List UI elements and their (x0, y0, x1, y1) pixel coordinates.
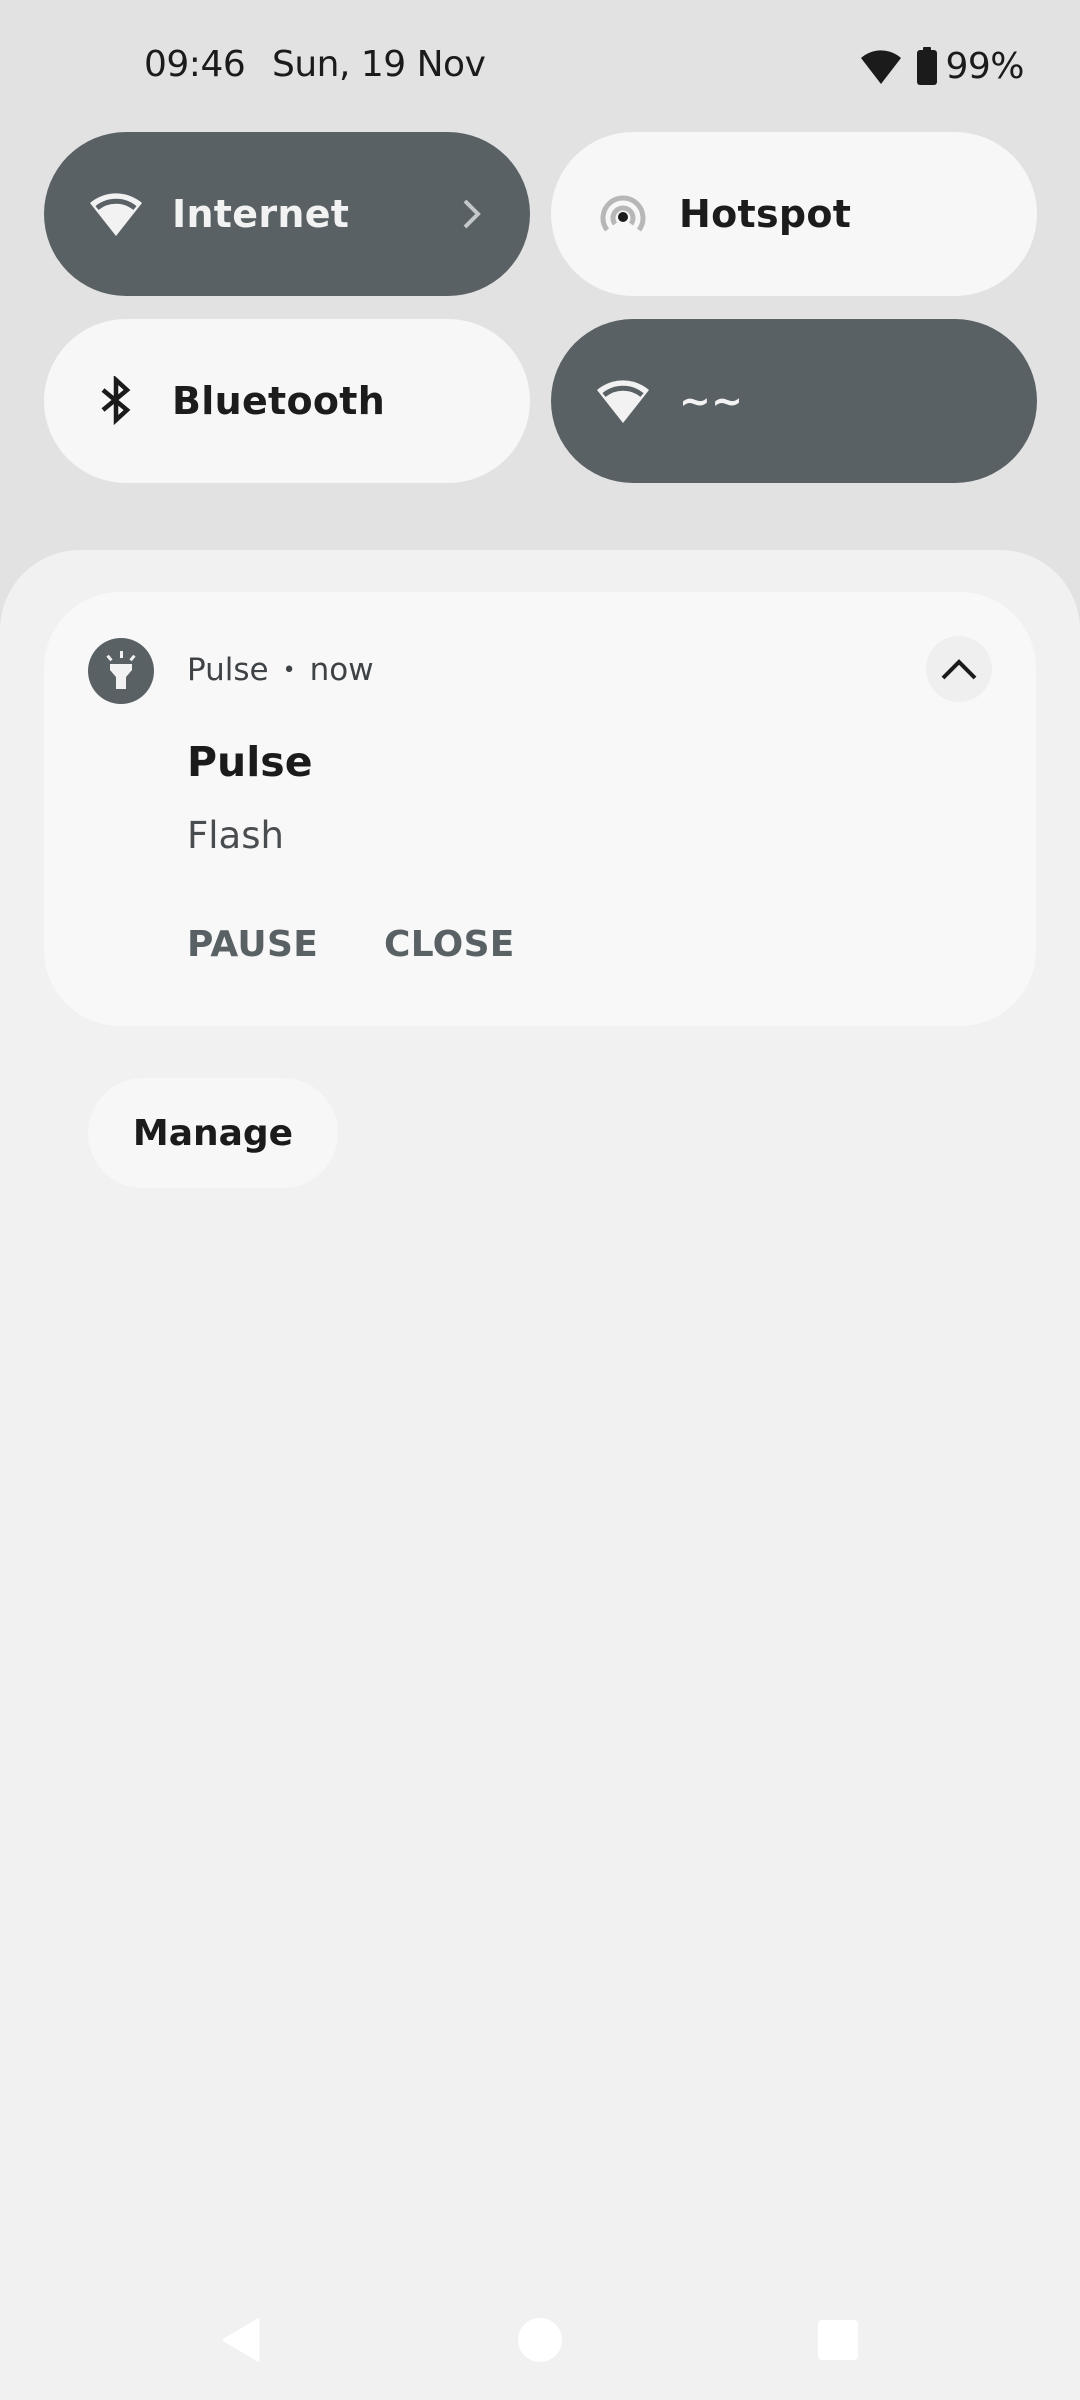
recents-button[interactable] (808, 2310, 868, 2370)
battery-percentage: 99% (945, 45, 1024, 87)
flashlight-icon (88, 638, 154, 704)
wifi-icon (861, 50, 902, 84)
tile-label: Hotspot (679, 192, 852, 236)
notification-text: Flash (187, 814, 284, 857)
home-icon (518, 2318, 562, 2362)
recents-icon (818, 2320, 858, 2360)
tile-wifi-network[interactable]: ~~ (551, 319, 1037, 483)
hotspot-icon (593, 184, 653, 244)
close-button[interactable]: CLOSE (384, 924, 515, 965)
notification-header: Pulse • now (187, 652, 374, 688)
home-button[interactable] (510, 2310, 570, 2370)
tile-label: Bluetooth (172, 379, 386, 423)
bluetooth-icon (86, 371, 146, 431)
battery-icon (917, 47, 938, 85)
pause-button[interactable]: PAUSE (187, 924, 318, 965)
status-time: 09:46 (144, 44, 246, 85)
tile-hotspot[interactable]: Hotspot (551, 132, 1037, 296)
status-date: Sun, 19 Nov (272, 44, 486, 85)
tile-label: ~~ (679, 379, 744, 423)
tile-bluetooth[interactable]: Bluetooth (44, 319, 530, 483)
back-icon (222, 2318, 260, 2362)
chevron-right-icon[interactable] (460, 197, 484, 231)
status-bar: 09:46 Sun, 19 Nov 99% (0, 0, 1080, 130)
status-indicators: 99% (859, 44, 1024, 88)
wifi-icon (86, 184, 146, 244)
tile-label: Internet (172, 192, 350, 236)
collapse-button[interactable] (926, 636, 992, 702)
manage-button[interactable]: Manage (88, 1078, 338, 1188)
tile-internet[interactable]: Internet (44, 132, 530, 296)
chevron-up-icon (941, 659, 977, 680)
back-button[interactable] (212, 2310, 272, 2370)
separator-dot: • (282, 657, 296, 683)
notification-time: now (309, 652, 374, 688)
notification-title: Pulse (187, 738, 313, 786)
notification-app-name: Pulse (187, 652, 269, 688)
wifi-icon (593, 371, 653, 431)
